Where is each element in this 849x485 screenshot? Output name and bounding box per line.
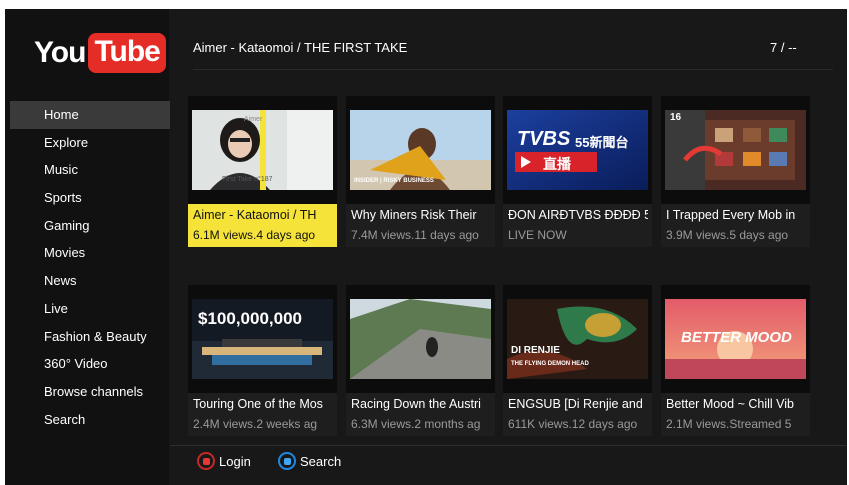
video-meta: 2.4M views.2 weeks ag xyxy=(193,417,318,431)
video-thumbnail: $100,000,000 xyxy=(188,285,337,393)
sidebar: You Tube Home Explore Music Sports Gamin… xyxy=(5,9,170,485)
sidebar-item-gaming[interactable]: Gaming xyxy=(10,212,170,240)
tv-screen: You Tube Home Explore Music Sports Gamin… xyxy=(5,9,847,485)
thumbnail-subcaption: THE FLYING DEMON HEAD xyxy=(511,361,589,367)
thumbnail-caption-bottom: First Take n°187 xyxy=(222,176,273,183)
thumbnail-caption: $100,000,000 xyxy=(198,309,302,328)
sidebar-item-fashion-beauty[interactable]: Fashion & Beauty xyxy=(10,323,170,351)
video-title: Better Mood ~ Chill Vib xyxy=(666,397,794,411)
video-info: Racing Down the Austri 6.3M views.2 mont… xyxy=(346,393,495,436)
youtube-logo: You Tube xyxy=(34,31,166,75)
video-thumbnail: BETTER MOOD xyxy=(661,285,810,393)
red-button-icon xyxy=(197,452,215,470)
search-label: Search xyxy=(300,453,342,469)
thumbnail-logo: TVBS xyxy=(517,128,571,150)
search-button[interactable]: Search xyxy=(278,450,341,472)
login-button[interactable]: Login xyxy=(197,450,251,472)
video-card[interactable]: Racing Down the Austri 6.3M views.2 mont… xyxy=(346,285,495,436)
logo-tube: Tube xyxy=(88,33,166,73)
video-thumbnail xyxy=(346,285,495,393)
sidebar-item-live[interactable]: Live xyxy=(10,295,170,323)
logo-you: You xyxy=(34,36,86,69)
sidebar-item-home[interactable]: Home xyxy=(10,101,170,129)
thumbnail-channel-number: 55新聞台 xyxy=(575,135,629,150)
video-title: I Trapped Every Mob in xyxy=(666,208,796,222)
video-info: Why Miners Risk Their 7.4M views.11 days… xyxy=(346,204,495,247)
video-meta: 611K views.12 days ago xyxy=(508,417,638,431)
video-thumbnail: INSIDER | RISKY BUSINESS xyxy=(346,96,495,204)
video-thumbnail: TVBS 55新聞台 直播 xyxy=(503,96,652,204)
video-info: I Trapped Every Mob in 3.9M views.5 days… xyxy=(661,204,810,247)
thumbnail-caption: DI RENJIE xyxy=(511,345,560,356)
login-label: Login xyxy=(219,453,251,469)
video-info: Aimer - Kataomoi / TH 6.1M views.4 days … xyxy=(188,204,337,247)
sidebar-item-music[interactable]: Music xyxy=(10,156,170,184)
header-divider xyxy=(193,69,833,70)
video-thumbnail: 16 xyxy=(661,96,810,204)
blue-button-icon xyxy=(278,452,296,470)
sidebar-item-explore[interactable]: Explore xyxy=(10,129,170,157)
sidebar-nav: Home Explore Music Sports Gaming Movies … xyxy=(10,101,170,433)
footer-divider xyxy=(170,445,847,446)
video-card[interactable]: DI RENJIE THE FLYING DEMON HEAD ENGSUB [… xyxy=(503,285,652,436)
thumbnail-caption: BETTER MOOD xyxy=(681,329,792,346)
video-title: ENGSUB [Di Renjie and xyxy=(508,397,643,411)
video-card[interactable]: BETTER MOOD Better Mood ~ Chill Vib 2.1M… xyxy=(661,285,810,436)
thumbnail-caption: INSIDER | RISKY BUSINESS xyxy=(354,178,434,184)
video-meta: 6.1M views.4 days ago xyxy=(193,228,316,242)
video-info: ÐON AIRÐTVBS ÐÐÐÐ 55 ÐÐ LIVE NOW xyxy=(503,204,652,247)
thumbnail-caption-top: Aimer xyxy=(244,116,263,123)
video-card[interactable]: INSIDER | RISKY BUSINESS Why Miners Risk… xyxy=(346,96,495,247)
video-info: Touring One of the Mos 2.4M views.2 week… xyxy=(188,393,337,436)
video-title: ÐON AIRÐTVBS ÐÐÐÐ 55 ÐÐ xyxy=(508,208,648,222)
video-meta: 6.3M views.2 months ag xyxy=(351,417,481,431)
video-info: Better Mood ~ Chill Vib 2.1M views.Strea… xyxy=(661,393,810,436)
selected-video-title: Aimer - Kataomoi / THE FIRST TAKE xyxy=(193,40,408,55)
page-indicator: 7 / -- xyxy=(770,40,797,55)
sidebar-item-browse-channels[interactable]: Browse channels xyxy=(10,378,170,406)
thumbnail-badge: 16 xyxy=(670,112,682,123)
sidebar-item-news[interactable]: News xyxy=(10,267,170,295)
thumbnail-live-label: 直播 xyxy=(543,156,571,172)
video-title: Aimer - Kataomoi / TH xyxy=(193,208,317,222)
video-meta: 2.1M views.Streamed 5 xyxy=(666,417,792,431)
video-meta: 7.4M views.11 days ago xyxy=(351,228,479,242)
sidebar-item-search[interactable]: Search xyxy=(10,406,170,434)
sidebar-item-360-video[interactable]: 360° Video xyxy=(10,350,170,378)
video-thumbnail: Aimer First Take n°187 xyxy=(188,96,337,204)
video-card[interactable]: Aimer First Take n°187 Aimer - Kataomoi … xyxy=(188,96,337,247)
sidebar-item-sports[interactable]: Sports xyxy=(10,184,170,212)
video-card[interactable]: $100,000,000 Touring One of the Mos 2.4M… xyxy=(188,285,337,436)
video-info: ENGSUB [Di Renjie and 611K views.12 days… xyxy=(503,393,652,436)
video-card[interactable]: TVBS 55新聞台 直播 ÐON AIRÐTVBS ÐÐÐÐ 55 ÐÐ LI… xyxy=(503,96,652,247)
video-title: Why Miners Risk Their xyxy=(351,208,477,222)
sidebar-item-movies[interactable]: Movies xyxy=(10,239,170,267)
video-title: Touring One of the Mos xyxy=(193,397,323,411)
video-meta: LIVE NOW xyxy=(508,228,567,242)
video-thumbnail: DI RENJIE THE FLYING DEMON HEAD xyxy=(503,285,652,393)
video-title: Racing Down the Austri xyxy=(351,397,481,411)
video-card[interactable]: 16 I Trapped Every Mob in 3.9M views.5 d… xyxy=(661,96,810,247)
video-meta: 3.9M views.5 days ago xyxy=(666,228,789,242)
